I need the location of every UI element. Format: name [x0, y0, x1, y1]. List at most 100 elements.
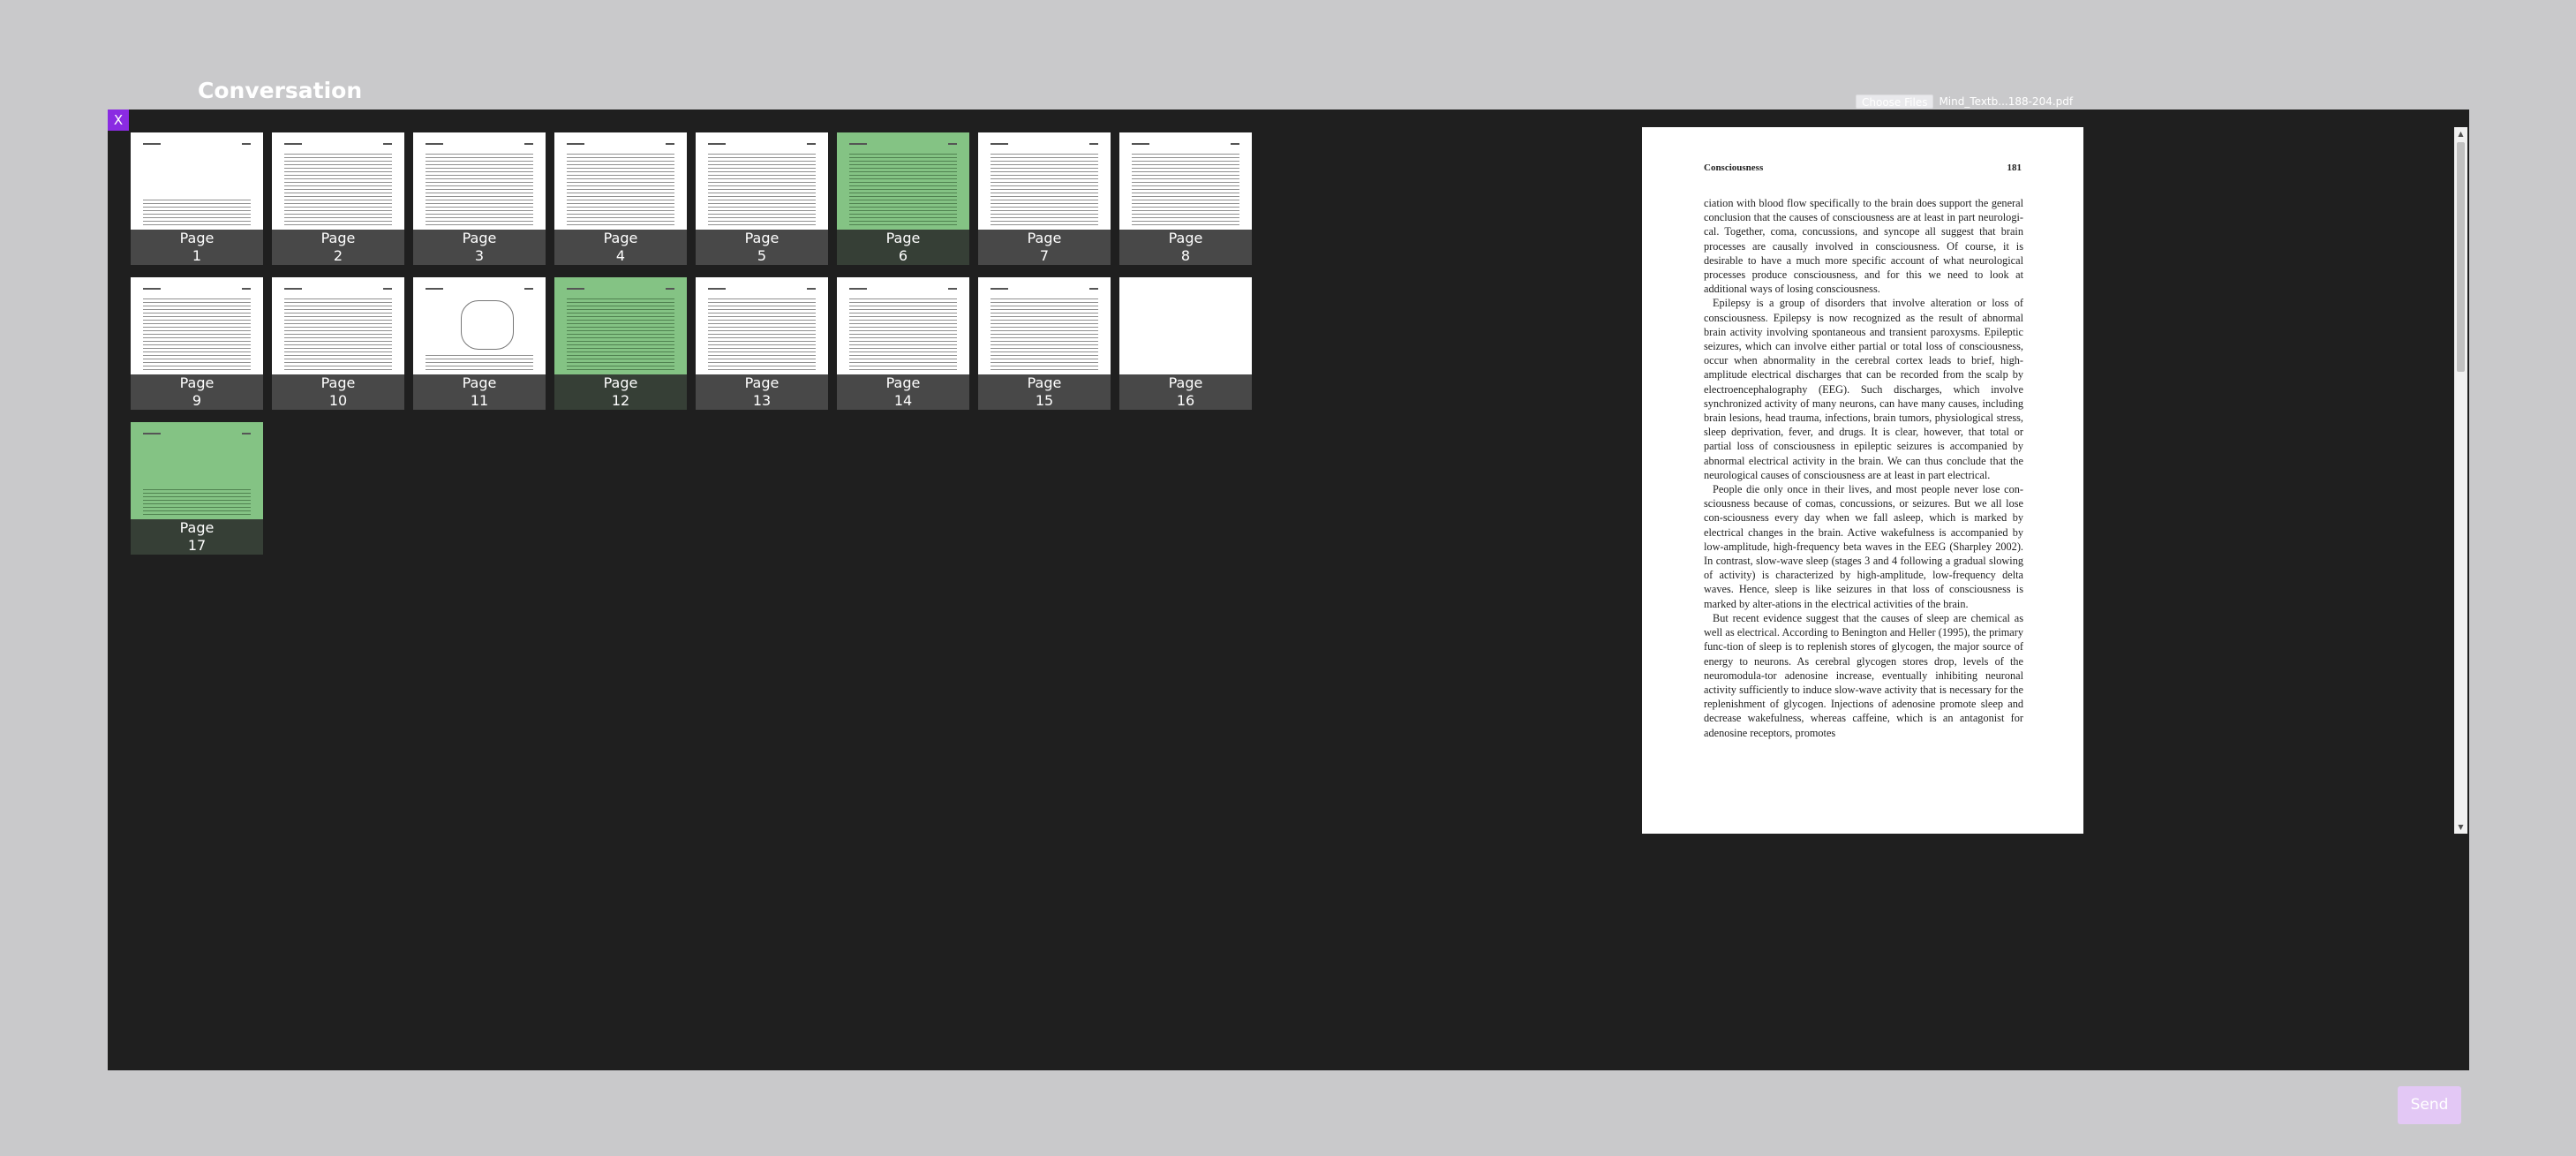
thumbnail-page-image: [990, 143, 1098, 226]
thumbnail-label-word: Page: [1168, 230, 1203, 246]
thumbnail-page-image: [143, 143, 251, 226]
scroll-down-icon[interactable]: ▼: [2454, 820, 2467, 834]
thumbnail-label-word: Page: [320, 230, 356, 246]
thumbnail-label: Page 11: [413, 374, 546, 410]
thumbnail-page-number: 2: [333, 247, 343, 264]
thumbnail-label: Page 14: [837, 374, 969, 410]
thumbnail-label: Page 12: [554, 374, 687, 410]
preview-body: ciation with blood flow specifically to …: [1704, 196, 2023, 740]
selected-file-name: Mind_Textb...188-204.pdf: [1939, 95, 2074, 108]
file-picker[interactable]: Choose Files Mind_Textb...188-204.pdf: [1856, 94, 2073, 109]
page-thumbnail[interactable]: Page 9: [131, 277, 263, 410]
thumbnail-page-number: 16: [1176, 392, 1195, 409]
page-thumbnail[interactable]: Page 16: [1119, 277, 1252, 410]
page-thumbnail[interactable]: Page 2: [272, 132, 404, 265]
scroll-up-icon[interactable]: ▲: [2454, 127, 2467, 140]
page-thumbnail[interactable]: Page 17: [131, 422, 263, 555]
thumbnail-page-number: 1: [192, 247, 202, 264]
thumbnail-page-number: 14: [893, 392, 913, 409]
thumbnail-page-image: [567, 143, 674, 226]
thumbnail-label-word: Page: [1027, 230, 1062, 246]
thumbnail-page-number: 13: [752, 392, 772, 409]
thumbnail-label: Page 7: [978, 230, 1111, 265]
preview-paragraph: But recent evidence suggest that the cau…: [1704, 611, 2023, 739]
thumbnail-page-image: [284, 288, 392, 371]
thumbnail-page-image: [708, 288, 816, 371]
thumbnail-label-word: Page: [179, 519, 215, 536]
preview-header-title: Consciousness: [1704, 162, 1764, 173]
thumbnail-page-number: 10: [328, 392, 348, 409]
thumbnail-page-number: 15: [1035, 392, 1054, 409]
thumbnail-label: Page 2: [272, 230, 404, 265]
close-button[interactable]: X: [108, 110, 129, 131]
thumbnail-label: Page 15: [978, 374, 1111, 410]
preview-paragraph: People die only once in their lives, and…: [1704, 483, 2023, 610]
thumbnail-page-number: 9: [192, 392, 202, 409]
thumbnail-page-image: [708, 143, 816, 226]
thumbnail-label: Page 10: [272, 374, 404, 410]
page-thumbnail[interactable]: Page 7: [978, 132, 1111, 265]
page-thumbnail[interactable]: Page 13: [696, 277, 828, 410]
page-thumbnail[interactable]: Page 8: [1119, 132, 1252, 265]
thumbnail-page-image: [143, 288, 251, 371]
preview-scrollbar[interactable]: ▲ ▼: [2454, 127, 2467, 834]
page-thumbnail[interactable]: Page 10: [272, 277, 404, 410]
thumbnail-page-image: [1132, 143, 1239, 226]
thumbnail-label: Page 16: [1119, 374, 1252, 410]
thumbnail-label: Page 1: [131, 230, 263, 265]
thumbnail-label: Page 17: [131, 519, 263, 555]
preview-paragraph: Epilepsy is a group of disorders that in…: [1704, 297, 2023, 481]
page-thumbnail[interactable]: Page 6: [837, 132, 969, 265]
thumbnail-label-word: Page: [603, 230, 638, 246]
thumbnail-label-word: Page: [603, 374, 638, 391]
thumbnail-page-number: 4: [615, 247, 626, 264]
pdf-page-picker-modal: X Page 1 Page 2 Page 3 Page 4 Page 5 Page 6 Page 7 Pag…: [108, 110, 2469, 1070]
thumbnail-page-image: [849, 143, 957, 226]
page-thumbnail[interactable]: Page 3: [413, 132, 546, 265]
thumbnail-label-word: Page: [179, 230, 215, 246]
thumbnail-label-word: Page: [885, 230, 921, 246]
page-thumbnail[interactable]: Page 4: [554, 132, 687, 265]
thumbnail-label-word: Page: [462, 230, 497, 246]
page-thumbnail[interactable]: Page 14: [837, 277, 969, 410]
thumbnail-page-number: 6: [898, 247, 908, 264]
thumbnail-page-image: [426, 288, 533, 371]
thumbnail-label: Page 8: [1119, 230, 1252, 265]
preview-page-number: 181: [2007, 162, 2022, 173]
thumbnail-label: Page 6: [837, 230, 969, 265]
page-thumbnail[interactable]: Page 11: [413, 277, 546, 410]
thumbnail-page-number: 11: [470, 392, 489, 409]
preview-running-header: Consciousness 181: [1704, 162, 2022, 173]
scrollbar-thumb[interactable]: [2457, 142, 2465, 372]
thumbnail-label-word: Page: [744, 374, 780, 391]
app-title: Conversation: [198, 78, 363, 103]
thumbnail-page-image: [426, 143, 533, 226]
thumbnail-label-word: Page: [462, 374, 497, 391]
page-thumbnail[interactable]: Page 15: [978, 277, 1111, 410]
thumbnail-page-image: [567, 288, 674, 371]
thumbnail-label-word: Page: [1027, 374, 1062, 391]
thumbnail-label-word: Page: [320, 374, 356, 391]
choose-files-button[interactable]: Choose Files: [1856, 94, 1934, 109]
send-button[interactable]: Send: [2398, 1086, 2461, 1124]
thumbnail-page-number: 5: [757, 247, 767, 264]
thumbnail-label: Page 3: [413, 230, 546, 265]
thumbnail-label: Page 13: [696, 374, 828, 410]
page-thumbnail[interactable]: Page 1: [131, 132, 263, 265]
thumbnail-page-number: 12: [611, 392, 630, 409]
page-thumbnail[interactable]: Page 5: [696, 132, 828, 265]
page-preview: Consciousness 181 ciation with blood flo…: [1642, 127, 2083, 834]
thumbnail-label: Page 4: [554, 230, 687, 265]
thumbnail-page-image: [849, 288, 957, 371]
thumbnail-page-number: 8: [1180, 247, 1191, 264]
thumbnail-page-number: 7: [1039, 247, 1050, 264]
page-thumbnail[interactable]: Page 12: [554, 277, 687, 410]
thumbnail-label-word: Page: [1168, 374, 1203, 391]
thumbnail-label: Page 5: [696, 230, 828, 265]
thumbnail-label: Page 9: [131, 374, 263, 410]
thumbnail-label-word: Page: [744, 230, 780, 246]
thumbnail-page-image: [143, 433, 251, 516]
thumbnail-page-number: 3: [474, 247, 485, 264]
thumbnail-page-number: 17: [187, 537, 207, 554]
thumbnail-label-word: Page: [885, 374, 921, 391]
